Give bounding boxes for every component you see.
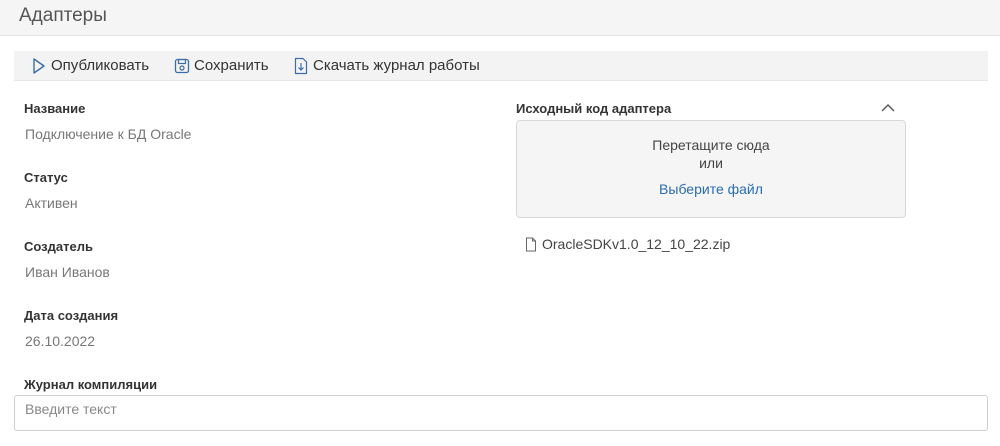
created-date-value: 26.10.2022	[25, 333, 96, 349]
download-log-label: Скачать журнал работы	[313, 57, 480, 74]
name-label: Название	[24, 101, 86, 116]
source-code-label: Исходный код адаптера	[516, 101, 672, 116]
compile-log-input[interactable]	[15, 396, 987, 430]
save-button[interactable]: Сохранить	[174, 51, 269, 81]
publish-label: Опубликовать	[51, 57, 150, 74]
created-date-label: Дата создания	[24, 308, 119, 323]
creator-label: Создатель	[24, 239, 93, 254]
publish-button[interactable]: Опубликовать	[31, 51, 149, 81]
toolbar: Опубликовать Сохранить Скачать журнал ра…	[14, 51, 988, 81]
save-icon	[174, 57, 190, 75]
uploaded-file[interactable]: OracleSDKv1.0_12_10_22.zip	[525, 236, 730, 252]
file-name: OracleSDKv1.0_12_10_22.zip	[542, 236, 731, 252]
compile-log-label: Журнал компиляции	[24, 377, 158, 392]
download-log-button[interactable]: Скачать журнал работы	[293, 51, 480, 81]
status-label: Статус	[24, 170, 68, 185]
name-value: Подключение к БД Oracle	[25, 126, 192, 142]
status-value: Активен	[25, 195, 78, 211]
compile-log-field	[14, 395, 988, 431]
save-label: Сохранить	[194, 57, 269, 74]
dropzone-or-text: или	[699, 155, 723, 171]
choose-file-link[interactable]: Выберите файл	[517, 181, 905, 197]
play-icon	[31, 57, 47, 75]
file-dropzone[interactable]: Перетащите сюда или Выберите файл	[516, 120, 906, 218]
creator-value: Иван Иванов	[25, 264, 110, 280]
page-title: Адаптеры	[19, 5, 107, 26]
download-file-icon	[293, 57, 309, 75]
dropzone-text: Перетащите сюда	[652, 137, 770, 153]
page-header: Адаптеры	[0, 0, 1000, 36]
file-icon	[525, 237, 537, 252]
chevron-up-icon[interactable]	[879, 100, 897, 114]
